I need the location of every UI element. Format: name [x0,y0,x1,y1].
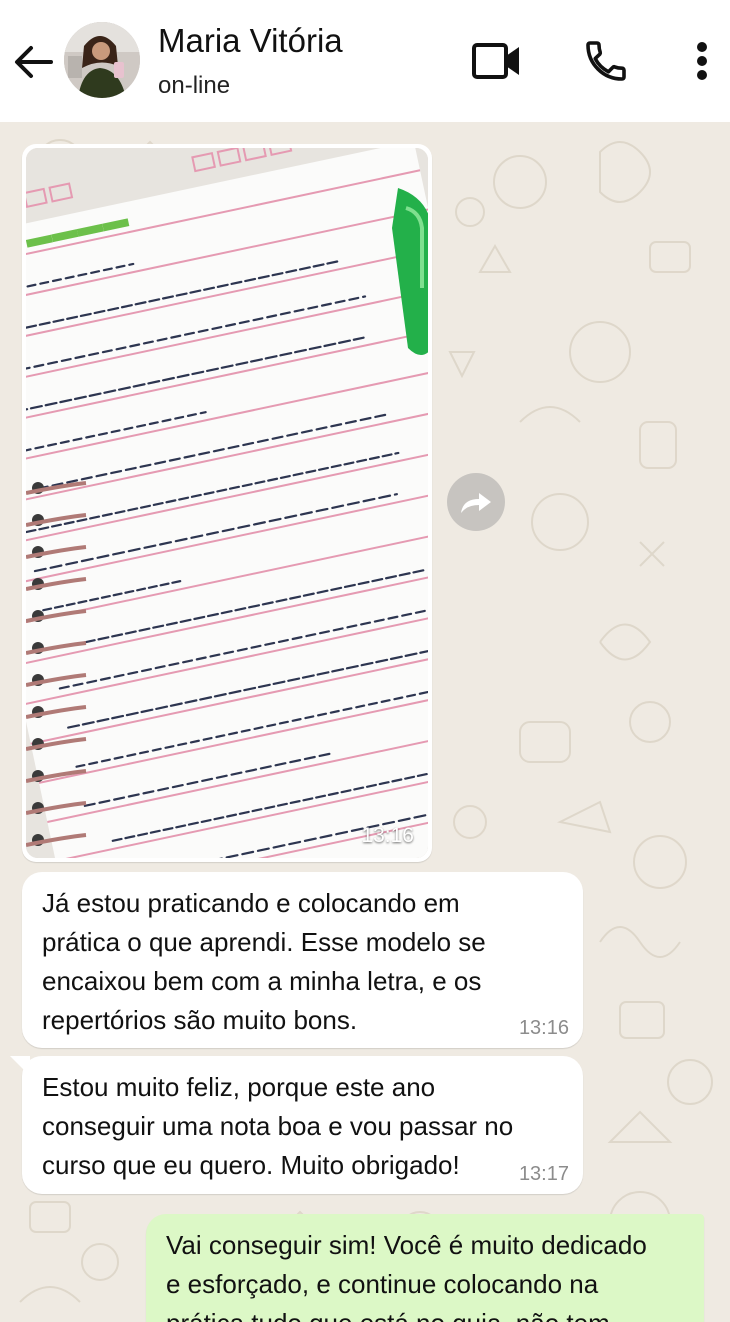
notebook-photo[interactable]: ▬▬▬▬ 13:16 [26,148,428,858]
avatar[interactable] [64,22,140,98]
chat-header: Maria Vitória on-line [0,0,730,122]
message-bubble-out[interactable]: Vai conseguir sim! Você é muito dedicado… [146,1214,704,1322]
message-timestamp: 13:16 [518,1017,569,1039]
bubble-tail [10,1056,30,1076]
chat-area[interactable]: ▬▬▬▬ 13:16 Já estou praticando e colocan… [0,122,730,1322]
message-bubble-in[interactable]: Estou muito feliz, porque este ano conse… [10,1056,583,1194]
image-timestamp: 13:16 [361,824,414,847]
more-vertical-icon [697,42,707,80]
message-text: Já estou praticando e colocando em práti… [42,888,486,1035]
message-text: Estou muito feliz, porque este ano conse… [42,1072,514,1180]
contact-name[interactable]: Maria Vitória [158,22,343,60]
forward-icon [461,493,491,513]
arrow-left-icon [15,46,53,78]
contact-status: on-line [158,72,231,99]
phone-icon [586,41,626,81]
voice-call-button[interactable] [578,34,634,88]
more-options-button[interactable] [684,36,720,86]
video-call-button[interactable] [466,36,528,86]
video-camera-icon [472,43,519,79]
forward-button[interactable] [447,473,505,531]
message-bubble-in[interactable]: Já estou praticando e colocando em práti… [22,872,583,1048]
image-message[interactable]: ▬▬▬▬ 13:16 [22,144,432,862]
message-timestamp: 13:17 [518,1163,569,1185]
back-button[interactable] [10,40,56,84]
message-text: Vai conseguir sim! Você é muito dedicado… [166,1230,647,1322]
